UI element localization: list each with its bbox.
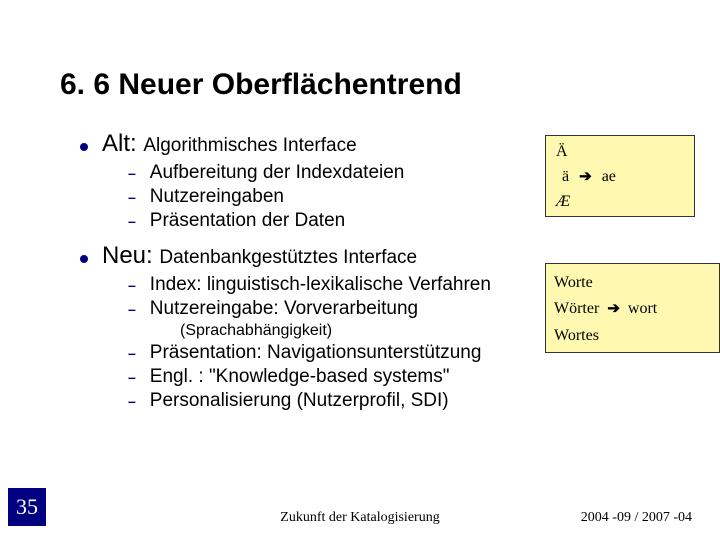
- neu-item-text: Nutzereingabe: Vorverarbeitung: [150, 298, 418, 320]
- dash-icon: –: [128, 369, 136, 385]
- dash-icon: –: [128, 301, 136, 317]
- box2-r2a: Wörter: [554, 296, 599, 322]
- dash-icon: –: [128, 277, 136, 293]
- slide-title: 6. 6 Neuer Oberflächentrend: [60, 68, 462, 102]
- box2-r2b: wort: [628, 296, 657, 322]
- box1-row2: ä ➔ ae: [556, 165, 684, 190]
- box2-row1: Worte: [554, 270, 711, 296]
- alt-rest: Interface: [277, 135, 356, 156]
- neu-emph: Datenbankgestütztes: [159, 247, 338, 268]
- neu-item-text: Engl. : "Knowledge-based systems": [150, 366, 450, 388]
- arrow-icon: ➔: [579, 166, 592, 189]
- bullet-icon: [80, 143, 88, 151]
- box1-r2a: ä: [556, 165, 569, 190]
- callout-box-umlaut: Ä ä ➔ ae Æ: [545, 135, 695, 217]
- neu-item-text: Personalisierung (Nutzerprofil, SDI): [150, 390, 449, 412]
- alt-item-text: Präsentation der Daten: [150, 210, 345, 232]
- footer-right: 2004 -09 / 2007 -04: [581, 510, 692, 526]
- alt-item-text: Nutzereingaben: [150, 186, 284, 208]
- dash-icon: –: [128, 165, 136, 181]
- dash-icon: –: [128, 213, 136, 229]
- arrow-icon: ➔: [607, 297, 620, 322]
- box2-row2: Wörter ➔ wort: [554, 296, 711, 322]
- box1-r2b: ae: [602, 165, 616, 190]
- alt-emph: Algorithmisches: [143, 135, 277, 156]
- alt-item-text: Aufbereitung der Indexdateien: [150, 162, 405, 184]
- alt-prefix: Alt:: [102, 130, 143, 157]
- bullet-icon: [80, 255, 88, 263]
- neu-item-text: Präsentation: Navigationsunterstützung: [150, 342, 482, 364]
- neu-item: – Engl. : "Knowledge-based systems": [128, 366, 700, 388]
- neu-item-text: Index: linguistisch-lexikalische Verfahr…: [150, 274, 491, 296]
- neu-prefix: Neu:: [102, 242, 159, 269]
- dash-icon: –: [128, 345, 136, 361]
- neu-item: – Personalisierung (Nutzerprofil, SDI): [128, 390, 700, 412]
- callout-box-worte: Worte Wörter ➔ wort Wortes: [545, 263, 720, 353]
- dash-icon: –: [128, 393, 136, 409]
- dash-icon: –: [128, 189, 136, 205]
- box1-row1: Ä: [556, 140, 684, 165]
- box2-row3: Wortes: [554, 323, 711, 349]
- box1-row3: Æ: [556, 190, 684, 215]
- neu-rest: Interface: [338, 247, 417, 268]
